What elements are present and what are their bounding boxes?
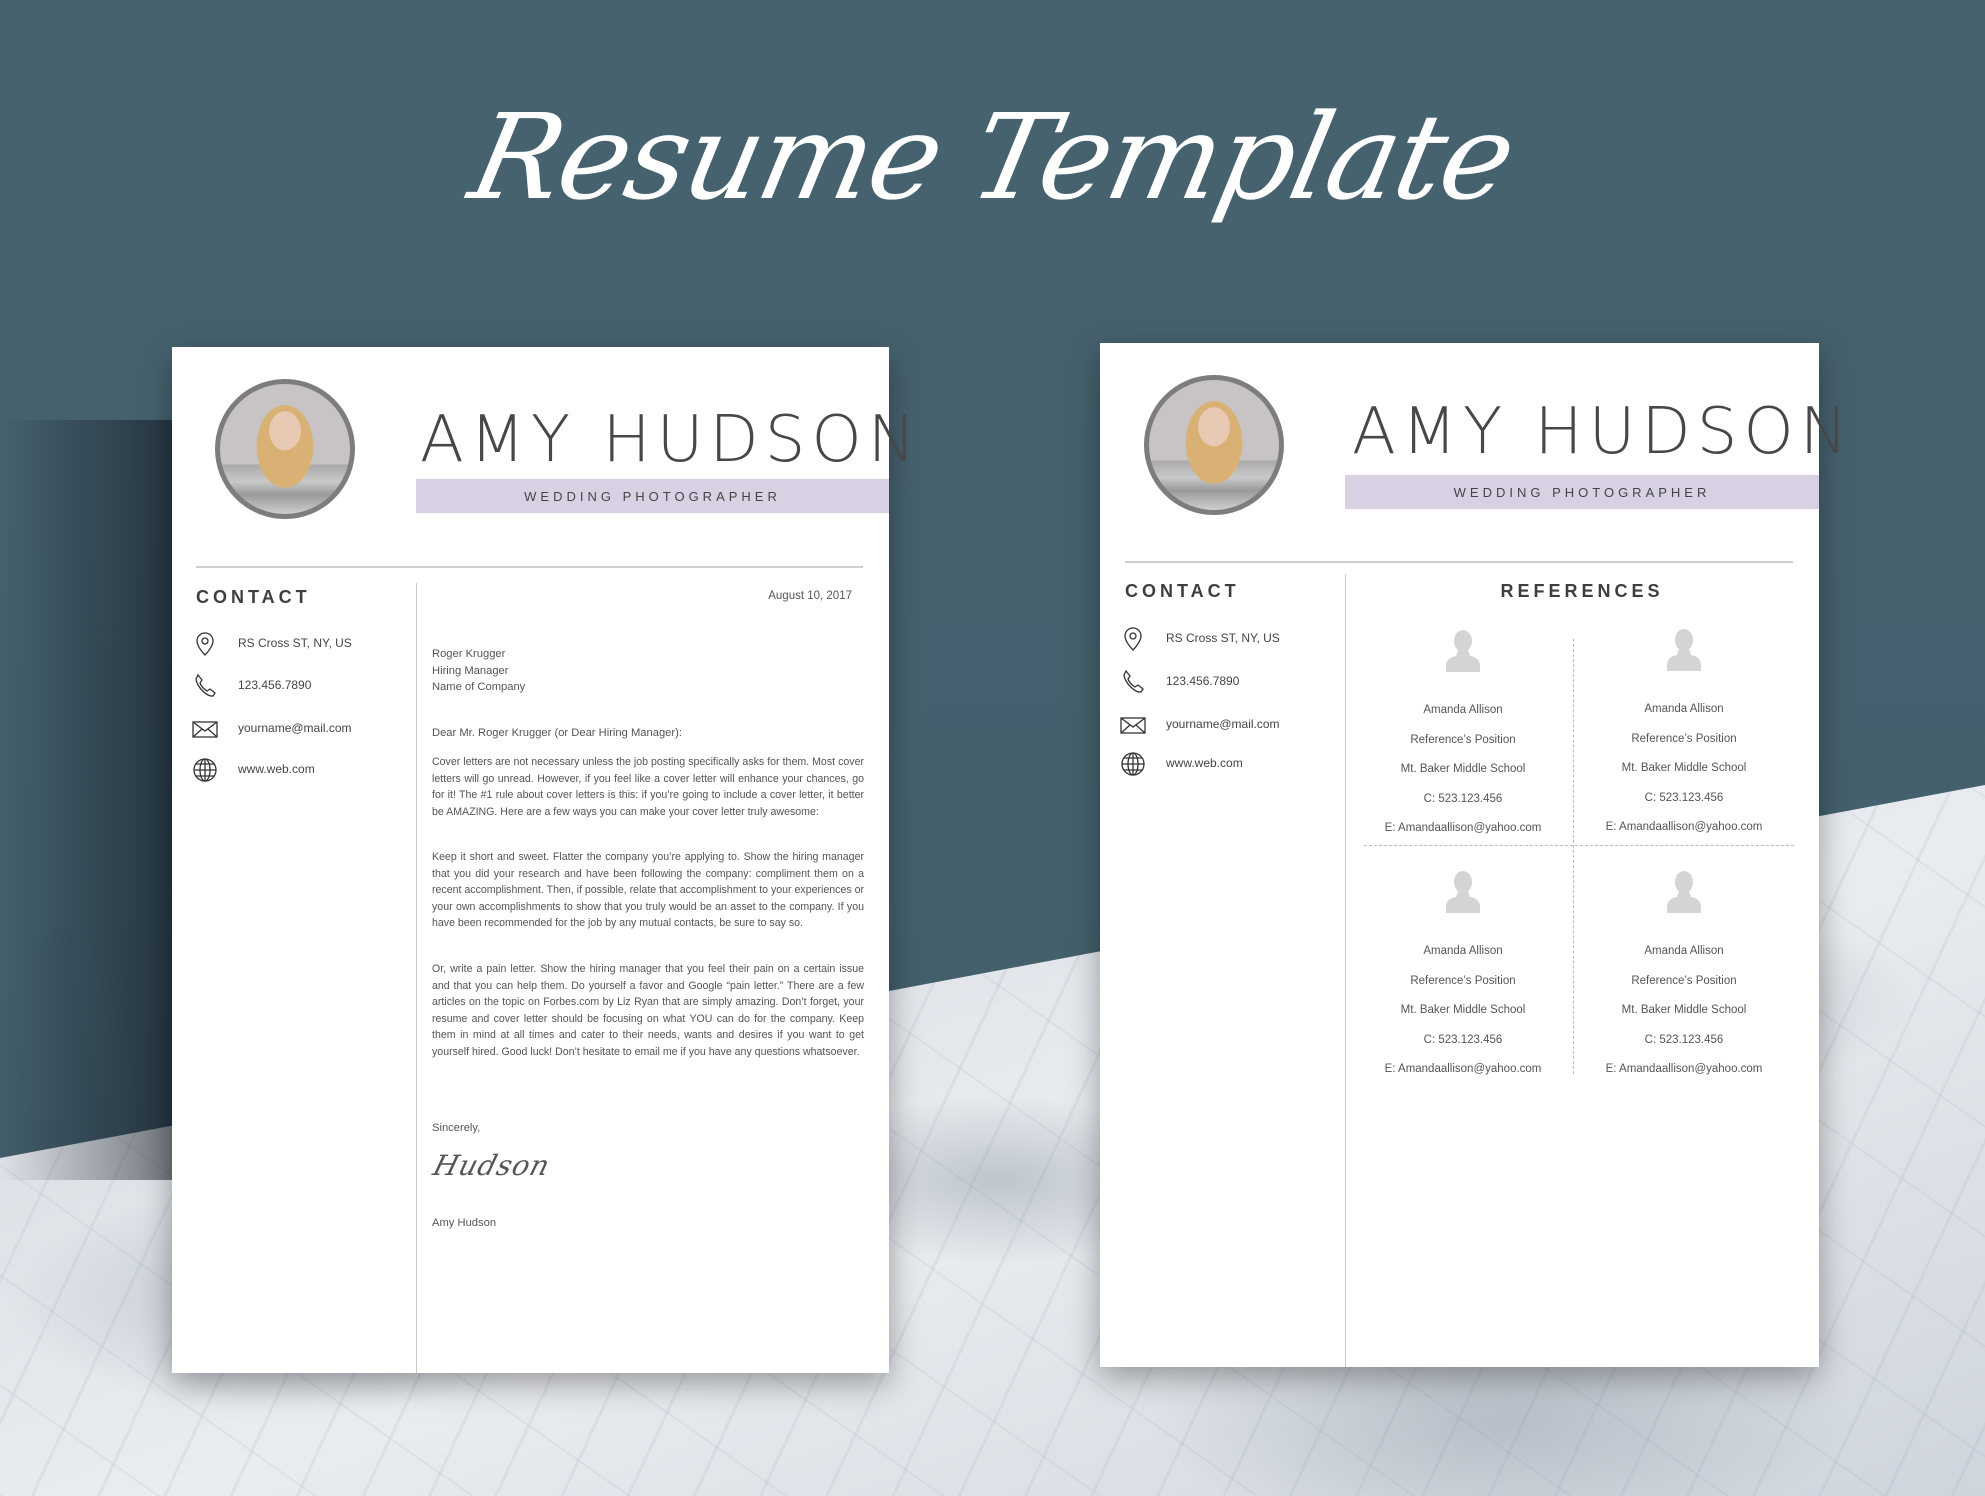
letter-paragraph: Keep it short and sweet. Flatter the com… <box>432 851 865 930</box>
candidate-name: AMY HUDSON <box>1352 395 1854 469</box>
reference-position: Reference’s Position <box>1410 733 1516 746</box>
recipient-company: Name of Company <box>432 681 526 694</box>
header-divider <box>1125 561 1793 563</box>
letter-paragraph: Or, write a pain letter. Show the hiring… <box>432 963 864 1058</box>
reference-email: E: Amandaallison@yahoo.com <box>1605 821 1763 833</box>
reference-name: Amanda Allison <box>1644 945 1724 957</box>
reference-name: Amanda Allison <box>1423 945 1503 957</box>
contact-email-text: yourname@mail.com <box>238 721 352 735</box>
recipient-title: Hiring Manager <box>432 664 509 677</box>
location-pin-icon <box>196 632 214 656</box>
reference-organization: Mt. Baker Middle School <box>1621 1004 1747 1016</box>
reference-phone: C: 523.123.456 <box>1423 792 1503 805</box>
profile-photo <box>1144 375 1284 515</box>
reference-email: E: Amandaallison@yahoo.com <box>1384 822 1542 834</box>
envelope-icon <box>1120 717 1146 734</box>
reference-name: Amanda Allison <box>1644 703 1724 715</box>
letter-paragraph: Cover letters are not necessary unless t… <box>432 756 864 818</box>
reference-position: Reference’s Position <box>1631 732 1737 745</box>
person-placeholder-icon <box>1446 630 1480 672</box>
reference-card: Amanda Allison Reference’s Position Mt. … <box>1564 627 1804 850</box>
hero-title: Resume Template <box>459 88 1526 226</box>
job-title: WEDDING PHOTOGRAPHER <box>1453 485 1711 500</box>
references-page: AMY HUDSON WEDDING PHOTOGRAPHER CONTACT … <box>1100 343 1848 1367</box>
contact-phone-text: 123.456.7890 <box>1166 674 1240 688</box>
reference-name: Amanda Allison <box>1423 704 1503 716</box>
reference-card: Amanda Allison Reference’s Position Mt. … <box>1343 628 1583 851</box>
page-shadow <box>0 420 190 1180</box>
cover-letter-page: AMY HUDSON WEDDING PHOTOGRAPHER CONTACT … <box>172 347 916 1373</box>
reference-email: E: Amandaallison@yahoo.com <box>1384 1063 1542 1075</box>
header-divider <box>196 566 863 568</box>
reference-email: E: Amandaallison@yahoo.com <box>1605 1063 1763 1075</box>
reference-phone: C: 523.123.456 <box>1423 1033 1503 1046</box>
recipient-block: Roger Krugger Hiring Manager Name of Com… <box>432 646 525 696</box>
phone-icon <box>195 673 216 697</box>
reference-card: Amanda Allison Reference’s Position Mt. … <box>1343 869 1583 1092</box>
contact-email-text: yourname@mail.com <box>1166 717 1280 731</box>
reference-organization: Mt. Baker Middle School <box>1400 763 1526 775</box>
person-placeholder-icon <box>1667 871 1701 913</box>
signature: Hudson <box>429 1149 555 1182</box>
signer-name: Amy Hudson <box>432 1217 497 1229</box>
phone-icon <box>1123 669 1144 693</box>
reference-position: Reference’s Position <box>1410 974 1516 987</box>
contact-address-text: RS Cross ST, NY, US <box>238 636 352 650</box>
contact-heading: CONTACT <box>196 587 311 607</box>
candidate-name: AMY HUDSON <box>420 403 922 477</box>
column-divider <box>416 583 417 1373</box>
references-heading: REFERENCES <box>1500 581 1664 601</box>
job-title-banner: WEDDING PHOTOGRAPHER <box>1345 475 1819 509</box>
reference-phone: C: 523.123.456 <box>1644 1033 1724 1046</box>
reference-organization: Mt. Baker Middle School <box>1621 762 1747 774</box>
job-title: WEDDING PHOTOGRAPHER <box>524 489 781 504</box>
profile-photo <box>215 379 355 519</box>
salutation: Dear Mr. Roger Krugger (or Dear Hiring M… <box>432 727 682 739</box>
recipient-name: Roger Krugger <box>432 648 506 660</box>
letter-date: August 10, 2017 <box>768 590 852 602</box>
person-placeholder-icon <box>1446 871 1480 913</box>
reference-card: Amanda Allison Reference’s Position Mt. … <box>1564 869 1804 1092</box>
globe-icon <box>1121 752 1145 776</box>
contact-website-text: www.web.com <box>238 762 315 776</box>
contact-phone-text: 123.456.7890 <box>238 678 312 692</box>
envelope-icon <box>192 721 218 738</box>
contact-heading: CONTACT <box>1125 581 1240 601</box>
reference-organization: Mt. Baker Middle School <box>1400 1004 1526 1016</box>
contact-website-text: www.web.com <box>1166 756 1243 770</box>
letter-closing: Sincerely, <box>432 1122 481 1134</box>
location-pin-icon <box>1124 627 1142 651</box>
globe-icon <box>193 758 217 782</box>
reference-phone: C: 523.123.456 <box>1644 791 1724 804</box>
person-placeholder-icon <box>1667 629 1701 671</box>
reference-position: Reference’s Position <box>1631 974 1737 987</box>
contact-address-text: RS Cross ST, NY, US <box>1166 631 1280 645</box>
job-title-banner: WEDDING PHOTOGRAPHER <box>416 479 889 513</box>
